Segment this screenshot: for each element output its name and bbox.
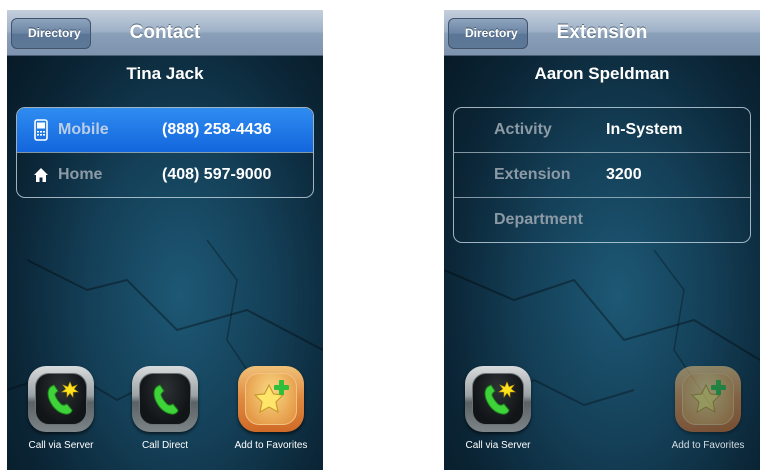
add-favorite-star-icon <box>238 366 304 432</box>
action-toolbar: Call via Server Add to Favorites <box>444 366 760 470</box>
home-icon <box>30 167 52 183</box>
call-direct-icon <box>132 366 198 432</box>
call-via-server-label: Call via Server <box>28 440 94 451</box>
call-direct-button[interactable]: Call Direct <box>115 366 215 451</box>
back-button-label: Directory <box>465 26 518 40</box>
activity-label: Activity <box>494 121 552 138</box>
add-to-favorites-button[interactable]: Add to Favorites <box>221 366 321 451</box>
directory-back-button[interactable]: Directory <box>11 18 91 49</box>
contact-screen: Contact Directory Tina Jack Mobile (888)… <box>7 10 323 470</box>
add-to-favorites-label: Add to Favorites <box>671 440 745 451</box>
extension-screen: Extension Directory Aaron Speldman Activ… <box>444 10 760 470</box>
back-button-label: Directory <box>28 26 81 40</box>
list-item-extension: Extension 3200 <box>454 152 750 197</box>
department-label: Department <box>494 211 583 228</box>
action-toolbar: Call via Server Call Direct Add to Favor… <box>7 366 323 470</box>
phone-number-list: Mobile (888) 258-4436 Home (408) 597-900… <box>16 107 314 198</box>
navigation-bar: Contact Directory <box>7 10 323 56</box>
list-item-activity: Activity In-System <box>454 108 750 152</box>
mobile-phone-icon <box>30 119 52 141</box>
home-label: Home <box>58 166 103 183</box>
call-via-server-label: Call via Server <box>465 440 531 451</box>
directory-back-button[interactable]: Directory <box>448 18 528 49</box>
add-to-favorites-label: Add to Favorites <box>234 440 308 451</box>
extension-label: Extension <box>494 166 571 183</box>
add-to-favorites-button[interactable]: Add to Favorites <box>658 366 758 451</box>
home-number: (408) 597-9000 <box>162 166 272 183</box>
list-item-department: Department <box>454 197 750 242</box>
call-via-server-button[interactable]: Call via Server <box>448 366 548 451</box>
contact-name: Tina Jack <box>126 64 204 83</box>
extension-details-list: Activity In-System Extension 3200 Depart… <box>453 107 751 243</box>
activity-value: In-System <box>606 121 683 138</box>
navigation-bar: Extension Directory <box>444 10 760 56</box>
contact-name: Aaron Speldman <box>534 64 670 83</box>
call-direct-label: Call Direct <box>141 440 189 451</box>
call-via-server-icon <box>465 366 531 432</box>
call-via-server-icon <box>28 366 94 432</box>
list-item-home[interactable]: Home (408) 597-9000 <box>17 152 313 197</box>
mobile-number: (888) 258-4436 <box>162 121 272 138</box>
call-via-server-button[interactable]: Call via Server <box>11 366 111 451</box>
extension-value: 3200 <box>606 166 642 183</box>
mobile-label: Mobile <box>58 121 109 138</box>
list-item-mobile[interactable]: Mobile (888) 258-4436 <box>17 108 313 152</box>
add-favorite-star-icon <box>675 366 741 432</box>
